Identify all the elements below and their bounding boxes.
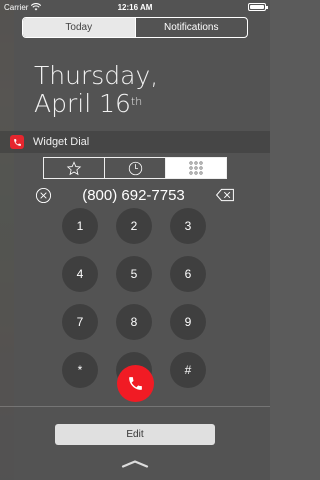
tab-notifications[interactable]: Notifications <box>134 18 248 37</box>
favorites-tab[interactable] <box>44 158 104 178</box>
key-9[interactable]: 9 <box>170 304 206 340</box>
dialed-number: (800) 692-7753 <box>82 186 185 204</box>
divider <box>0 406 270 407</box>
key-6[interactable]: 6 <box>170 256 206 292</box>
key-1[interactable]: 1 <box>62 208 98 244</box>
clock: 12:16 AM <box>117 2 153 12</box>
call-button[interactable] <box>117 365 154 402</box>
recents-tab[interactable] <box>104 158 165 178</box>
date-month-day: April 16 <box>34 89 131 118</box>
chevron-up-icon[interactable] <box>121 460 149 468</box>
tab-today[interactable]: Today <box>23 18 135 37</box>
widget-title: Widget Dial <box>33 136 90 148</box>
phone-icon <box>10 135 24 149</box>
date-suffix: th <box>130 95 143 108</box>
key-hash[interactable]: # <box>170 352 206 388</box>
edit-button[interactable]: Edit <box>55 424 215 445</box>
date-weekday: Thursday, <box>34 61 159 90</box>
key-2[interactable]: 2 <box>116 208 152 244</box>
key-7[interactable]: 7 <box>62 304 98 340</box>
star-icon <box>66 160 82 175</box>
battery-icon <box>248 3 268 11</box>
today-notifications-switch[interactable]: Today Notifications <box>22 17 248 38</box>
clock-icon <box>128 161 142 175</box>
number-row: (800) 692-7753 <box>35 184 235 206</box>
clear-icon[interactable] <box>35 187 52 204</box>
keypad: 1 2 3 4 5 6 7 8 9 * 0 # <box>62 208 206 388</box>
key-star[interactable]: * <box>62 352 98 388</box>
key-8[interactable]: 8 <box>116 304 152 340</box>
key-5[interactable]: 5 <box>116 256 152 292</box>
widget-header[interactable]: Widget Dial <box>0 131 270 153</box>
keypad-tab[interactable] <box>165 158 226 178</box>
keypad-grid-icon <box>189 161 203 175</box>
dial-mode-switch[interactable] <box>43 157 227 179</box>
key-4[interactable]: 4 <box>62 256 98 292</box>
phone-call-icon <box>129 377 142 390</box>
status-bar: Carrier 12:16 AM <box>0 0 270 14</box>
date-day: April 16th <box>34 90 158 118</box>
backspace-icon[interactable] <box>215 188 235 202</box>
date-header: Thursday, April 16th <box>34 62 158 118</box>
key-3[interactable]: 3 <box>170 208 206 244</box>
